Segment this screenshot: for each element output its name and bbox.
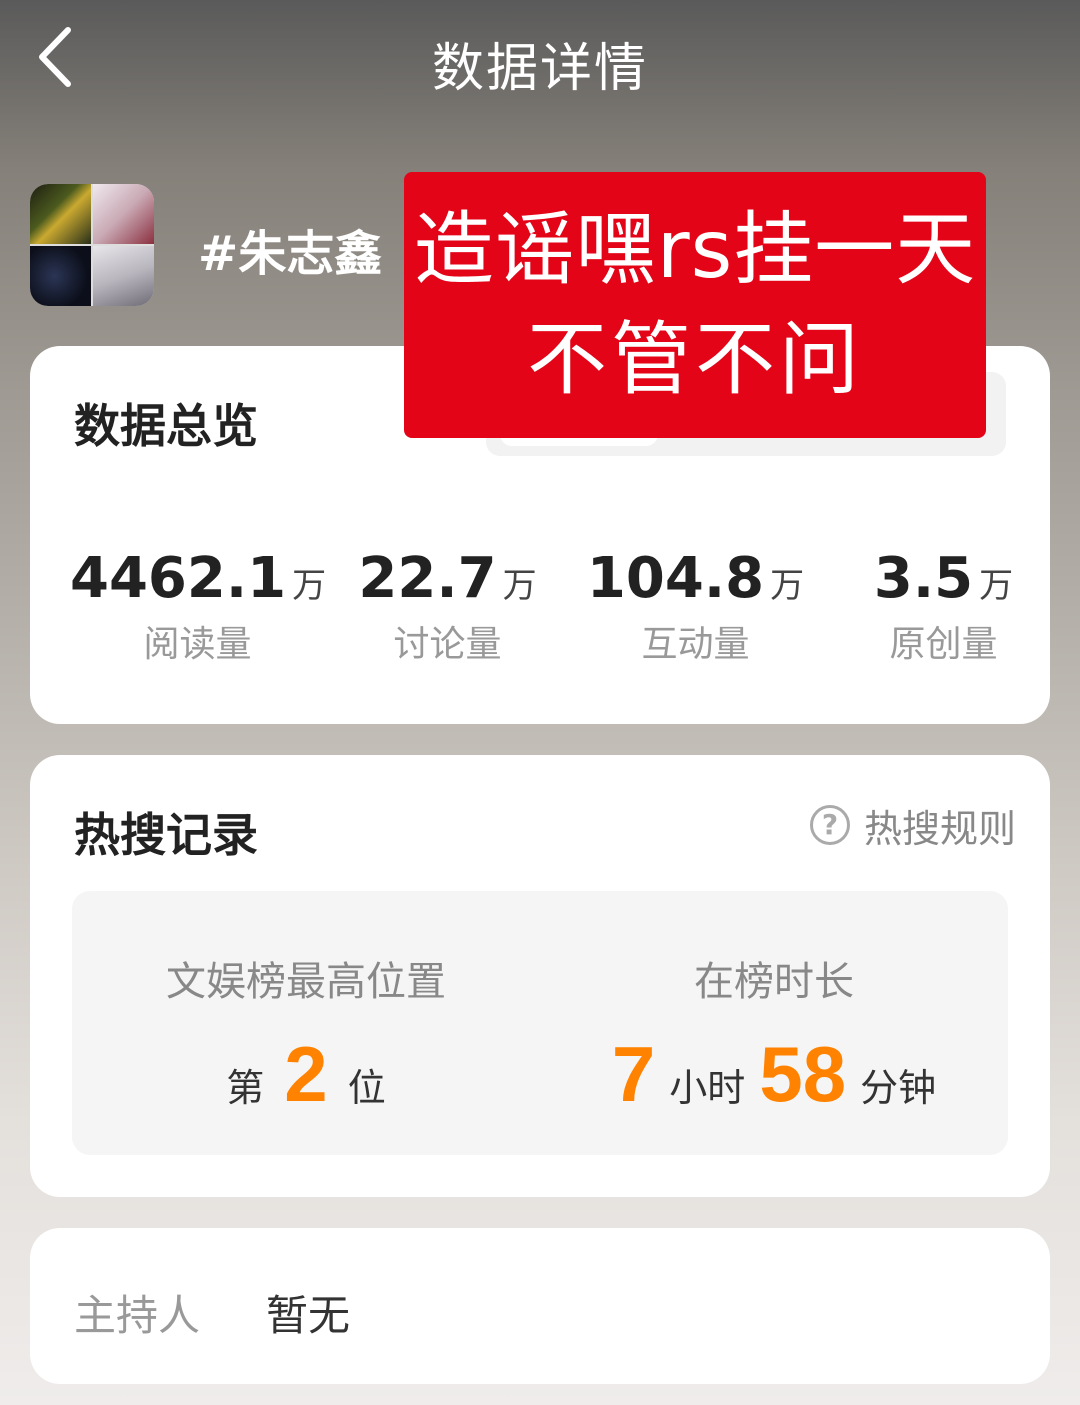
- page-title: 数据详情: [431, 39, 648, 99]
- stat-original-label: 原创量: [889, 624, 998, 665]
- stat-interact-value: 104.8: [586, 546, 765, 611]
- stat-read-value: 4462.1: [70, 546, 287, 611]
- best-rank-value-row: 第 2 位: [72, 1029, 540, 1118]
- question-circle-icon: ?: [809, 805, 850, 845]
- hot-search-title: 热搜记录: [74, 808, 258, 862]
- best-rank-column: 文娱榜最高位置 第 2 位: [72, 891, 540, 1155]
- overlay-line-1: 造谣嘿rs挂一天: [413, 203, 977, 296]
- duration-label: 在榜时长: [694, 959, 854, 1005]
- host-label: 主持人: [74, 1291, 201, 1340]
- stats-row: 4462.1 万 阅读量 22.7 万 讨论量 104.8 万 互动量 3.5 万 原创…: [30, 546, 1050, 666]
- stat-discuss: 22.7 万 讨论量: [320, 546, 575, 667]
- hot-search-rules-label: 热搜规则: [863, 806, 1016, 851]
- stat-original: 3.5 万 原创量: [816, 546, 1071, 667]
- hot-search-rules-link[interactable]: ? 热搜规则: [809, 801, 1016, 851]
- stat-discuss-unit: 万: [502, 566, 537, 606]
- duration-hours: 7: [611, 1030, 656, 1118]
- stat-original-value: 3.5: [873, 546, 974, 611]
- stat-read: 4462.1 万 阅读量: [70, 546, 326, 667]
- duration-value-row: 7 小时 58 分钟: [540, 1029, 1008, 1118]
- overlay-line-2: 不管不问: [527, 313, 863, 406]
- topic-name: #朱志鑫: [198, 226, 383, 282]
- overview-title: 数据总览: [74, 399, 258, 453]
- best-rank-suffix: 位: [347, 1066, 386, 1110]
- stat-read-label: 阅读量: [143, 624, 252, 665]
- best-rank-label: 文娱榜最高位置: [166, 959, 446, 1005]
- top-nav-bar: 数据详情: [0, 0, 1080, 118]
- hot-search-panel: 文娱榜最高位置 第 2 位 在榜时长 7 小时 58 分钟: [72, 891, 1008, 1155]
- stat-discuss-label: 讨论量: [393, 624, 502, 665]
- stat-interact: 104.8 万 互动量: [568, 546, 823, 667]
- stat-original-unit: 万: [979, 566, 1014, 606]
- duration-minutes-unit: 分钟: [860, 1066, 937, 1110]
- hot-search-card: 热搜记录 ? 热搜规则 文娱榜最高位置 第 2 位 在榜时长 7 小时 58 分…: [30, 755, 1050, 1197]
- duration-column: 在榜时长 7 小时 58 分钟: [540, 891, 1008, 1155]
- topic-cover-image[interactable]: [30, 184, 154, 306]
- duration-minutes: 58: [759, 1030, 847, 1118]
- overlay-banner: 造谣嘿rs挂一天 不管不问: [404, 172, 986, 438]
- stat-interact-unit: 万: [770, 566, 805, 606]
- host-card: 主持人 暂无: [30, 1228, 1050, 1384]
- best-rank-prefix: 第: [226, 1066, 265, 1110]
- stat-discuss-value: 22.7: [358, 546, 497, 611]
- duration-hours-unit: 小时: [669, 1066, 746, 1110]
- stat-interact-label: 互动量: [641, 624, 750, 665]
- best-rank-value: 2: [284, 1030, 328, 1118]
- host-value: 暂无: [266, 1291, 351, 1340]
